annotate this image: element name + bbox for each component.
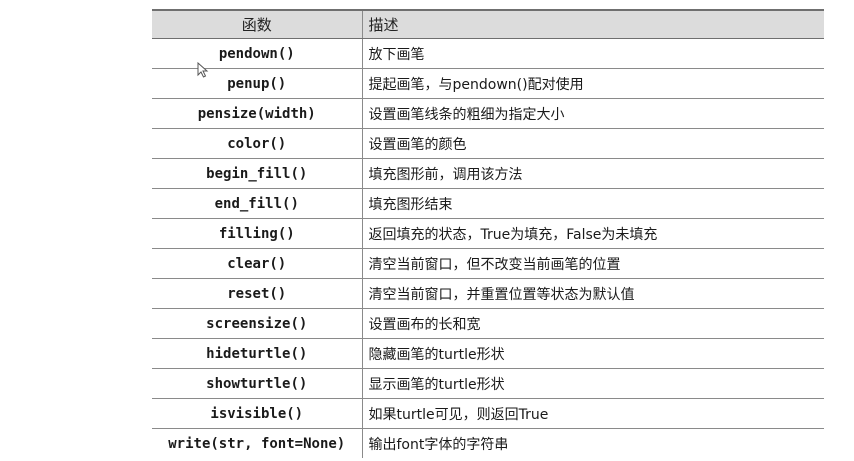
function-name: showturtle(): [152, 368, 363, 399]
function-name: pendown(): [152, 38, 363, 69]
function-name: hideturtle(): [152, 338, 363, 369]
function-name: clear(): [152, 248, 363, 279]
mouse-pointer-icon: [197, 62, 209, 78]
function-description: 输出font字体的字符串: [368, 436, 509, 453]
table-row: begin_fill() 填充图形前，调用该方法: [152, 158, 824, 189]
function-name: filling(): [152, 218, 363, 249]
table-row: filling() 返回填充的状态，True为填充，False为未填充: [152, 218, 824, 249]
function-name: write(str, font=None): [152, 428, 363, 458]
function-name: isvisible(): [152, 398, 363, 429]
function-description: 设置画布的长和宽: [362, 308, 824, 339]
function-name: end_fill(): [152, 188, 363, 219]
table-row: screensize() 设置画布的长和宽: [152, 308, 824, 339]
function-description: 放下画笔: [362, 38, 824, 69]
function-description: 设置画笔的颜色: [362, 128, 824, 159]
function-name: reset(): [152, 278, 363, 309]
function-name: pensize(width): [152, 98, 363, 129]
function-name: begin_fill(): [152, 158, 363, 189]
header-function: 函数: [152, 9, 363, 39]
function-table: 函数 描述 pendown() 放下画笔 penup() 提起画笔，与pendo…: [152, 9, 824, 458]
function-description: 提起画笔，与pendown()配对使用: [362, 68, 824, 99]
function-description: 隐藏画笔的turtle形状: [362, 338, 824, 369]
table-row: write(str, font=None) 输出font字体的字符串: [152, 428, 824, 458]
function-description: 填充图形前，调用该方法: [362, 158, 824, 189]
table-row: end_fill() 填充图形结束: [152, 188, 824, 219]
function-name: screensize(): [152, 308, 363, 339]
function-description: 设置画笔线条的粗细为指定大小: [362, 98, 824, 129]
header-description: 描述: [362, 9, 824, 39]
table-row: pensize(width) 设置画笔线条的粗细为指定大小: [152, 98, 824, 129]
table-row: showturtle() 显示画笔的turtle形状: [152, 368, 824, 399]
function-description: 清空当前窗口，但不改变当前画笔的位置: [362, 248, 824, 279]
function-description: 清空当前窗口，并重置位置等状态为默认值: [362, 278, 824, 309]
table-row: clear() 清空当前窗口，但不改变当前画笔的位置: [152, 248, 824, 279]
table-row: isvisible() 如果turtle可见，则返回True: [152, 398, 824, 429]
function-name: penup(): [152, 68, 363, 99]
table-header-row: 函数 描述: [152, 9, 824, 39]
table-row: hideturtle() 隐藏画笔的turtle形状: [152, 338, 824, 369]
function-description: 显示画笔的turtle形状: [362, 368, 824, 399]
function-description: 如果turtle可见，则返回True: [362, 398, 824, 429]
table-row: penup() 提起画笔，与pendown()配对使用: [152, 68, 824, 99]
function-name: color(): [152, 128, 363, 159]
table-row: color() 设置画笔的颜色: [152, 128, 824, 159]
table-row: reset() 清空当前窗口，并重置位置等状态为默认值: [152, 278, 824, 309]
function-description: 返回填充的状态，True为填充，False为未填充: [362, 218, 824, 249]
table-row: pendown() 放下画笔: [152, 38, 824, 69]
function-description: 填充图形结束: [362, 188, 824, 219]
